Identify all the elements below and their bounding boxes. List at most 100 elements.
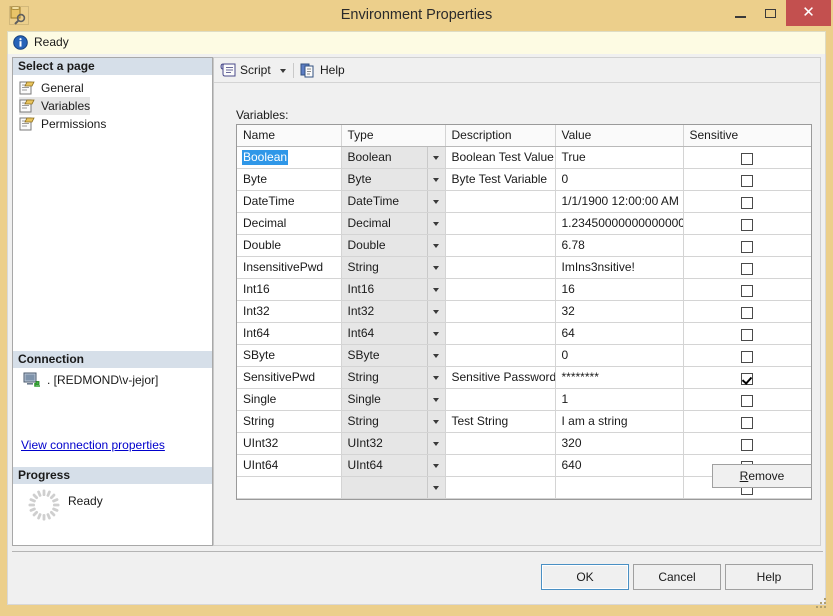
table-row[interactable]: DateTime DateTime 1/1/1900 12:00:00 AM xyxy=(237,190,811,213)
cell-description[interactable]: Test String xyxy=(445,410,556,433)
cell-sensitive[interactable] xyxy=(683,322,811,345)
minimize-button[interactable] xyxy=(726,0,754,26)
cell-sensitive[interactable] xyxy=(683,190,811,213)
column-header-value[interactable]: Value xyxy=(555,125,684,147)
sensitive-checkbox[interactable] xyxy=(741,284,754,297)
cell-value[interactable]: 0 xyxy=(555,344,684,367)
chevron-down-icon[interactable] xyxy=(426,476,444,497)
chevron-down-icon[interactable] xyxy=(426,146,444,167)
table-row[interactable]: Byte Byte Byte Test Variable 0 xyxy=(237,168,811,191)
cell-description[interactable]: Boolean Test Value xyxy=(445,146,556,169)
cell-name[interactable]: Int16 xyxy=(237,278,342,301)
cell-type-dropdown[interactable]: Byte xyxy=(341,168,446,191)
chevron-down-icon[interactable] xyxy=(426,212,444,233)
chevron-down-icon[interactable] xyxy=(426,410,444,431)
chevron-down-icon[interactable] xyxy=(426,300,444,321)
cell-type-dropdown[interactable]: Int16 xyxy=(341,278,446,301)
sensitive-checkbox[interactable] xyxy=(741,416,754,429)
sidebar-item-variables[interactable]: Variables xyxy=(19,97,91,115)
cell-type-dropdown[interactable]: Boolean xyxy=(341,146,446,169)
remove-button[interactable]: Remove xyxy=(712,464,812,488)
column-header-description[interactable]: Description xyxy=(445,125,556,147)
maximize-button[interactable] xyxy=(756,0,784,26)
cell-sensitive[interactable] xyxy=(683,410,811,433)
cell-name[interactable]: Int32 xyxy=(237,300,342,323)
cell-sensitive[interactable] xyxy=(683,278,811,301)
table-row[interactable]: InsensitivePwd String ImIns3nsitive! xyxy=(237,256,811,279)
cell-value[interactable]: 320 xyxy=(555,432,684,455)
chevron-down-icon[interactable] xyxy=(426,278,444,299)
sensitive-checkbox[interactable] xyxy=(741,306,754,319)
chevron-down-icon[interactable] xyxy=(426,366,444,387)
cell-value[interactable]: ImIns3nsitive! xyxy=(555,256,684,279)
table-row[interactable]: Int64 Int64 64 xyxy=(237,322,811,345)
cell-value[interactable]: ******** xyxy=(555,366,684,389)
ok-button[interactable]: OK xyxy=(541,564,629,590)
cell-type-dropdown[interactable]: UInt32 xyxy=(341,432,446,455)
cell-value[interactable]: 1.234500000000000000 xyxy=(555,212,684,235)
cell-description[interactable] xyxy=(445,476,556,499)
cell-type-dropdown[interactable] xyxy=(341,476,446,499)
cell-sensitive[interactable] xyxy=(683,212,811,235)
cell-name[interactable]: DateTime xyxy=(237,190,342,213)
chevron-down-icon[interactable] xyxy=(426,168,444,189)
cell-type-dropdown[interactable]: UInt64 xyxy=(341,454,446,477)
sensitive-checkbox[interactable] xyxy=(741,174,754,187)
cell-value[interactable]: 16 xyxy=(555,278,684,301)
cell-value[interactable]: I am a string xyxy=(555,410,684,433)
cell-value[interactable]: 64 xyxy=(555,322,684,345)
cell-name[interactable] xyxy=(237,476,342,499)
help-toolbar-button[interactable]: Help xyxy=(300,61,345,80)
cell-description[interactable] xyxy=(445,190,556,213)
cell-name[interactable]: UInt64 xyxy=(237,454,342,477)
cell-description[interactable] xyxy=(445,278,556,301)
cell-type-dropdown[interactable]: Int32 xyxy=(341,300,446,323)
table-row[interactable]: UInt32 UInt32 320 xyxy=(237,432,811,455)
cell-name[interactable]: Single xyxy=(237,388,342,411)
chevron-down-icon[interactable] xyxy=(426,432,444,453)
chevron-down-icon[interactable] xyxy=(426,190,444,211)
cell-description[interactable] xyxy=(445,388,556,411)
cell-description[interactable]: Byte Test Variable xyxy=(445,168,556,191)
cell-type-dropdown[interactable]: String xyxy=(341,256,446,279)
chevron-down-icon[interactable] xyxy=(426,388,444,409)
table-row[interactable]: Decimal Decimal 1.234500000000000000 xyxy=(237,212,811,235)
cell-description[interactable] xyxy=(445,454,556,477)
cell-value[interactable]: 1 xyxy=(555,388,684,411)
cell-description[interactable] xyxy=(445,256,556,279)
cell-type-dropdown[interactable]: Decimal xyxy=(341,212,446,235)
cell-description[interactable] xyxy=(445,234,556,257)
cell-value[interactable]: 0 xyxy=(555,168,684,191)
cell-sensitive[interactable] xyxy=(683,432,811,455)
cell-name[interactable]: UInt32 xyxy=(237,432,342,455)
table-row[interactable]: Boolean Boolean Boolean Test Value True xyxy=(237,146,811,169)
chevron-down-icon[interactable] xyxy=(426,322,444,343)
cell-type-dropdown[interactable]: Single xyxy=(341,388,446,411)
cell-type-dropdown[interactable]: String xyxy=(341,366,446,389)
cell-value[interactable]: 640 xyxy=(555,454,684,477)
cell-value[interactable]: 32 xyxy=(555,300,684,323)
cell-name[interactable]: InsensitivePwd xyxy=(237,256,342,279)
table-row[interactable]: Int16 Int16 16 xyxy=(237,278,811,301)
sidebar-item-permissions[interactable]: Permissions xyxy=(19,115,106,133)
sensitive-checkbox[interactable] xyxy=(741,218,754,231)
cell-sensitive[interactable] xyxy=(683,388,811,411)
cell-sensitive[interactable] xyxy=(683,146,811,169)
cell-type-dropdown[interactable]: String xyxy=(341,410,446,433)
cell-type-dropdown[interactable]: Double xyxy=(341,234,446,257)
cell-sensitive[interactable] xyxy=(683,168,811,191)
view-connection-properties-link[interactable]: View connection properties xyxy=(21,438,165,452)
cell-name[interactable]: SByte xyxy=(237,344,342,367)
cell-name[interactable]: Decimal xyxy=(237,212,342,235)
cell-sensitive[interactable] xyxy=(683,256,811,279)
chevron-down-icon[interactable] xyxy=(280,69,286,73)
cell-type-dropdown[interactable]: SByte xyxy=(341,344,446,367)
sensitive-checkbox[interactable] xyxy=(741,328,754,341)
cell-description[interactable] xyxy=(445,322,556,345)
table-row[interactable]: Double Double 6.78 xyxy=(237,234,811,257)
sensitive-checkbox[interactable] xyxy=(741,438,754,451)
cell-description[interactable] xyxy=(445,212,556,235)
cell-type-dropdown[interactable]: Int64 xyxy=(341,322,446,345)
cancel-button[interactable]: Cancel xyxy=(633,564,721,590)
cell-sensitive[interactable] xyxy=(683,344,811,367)
